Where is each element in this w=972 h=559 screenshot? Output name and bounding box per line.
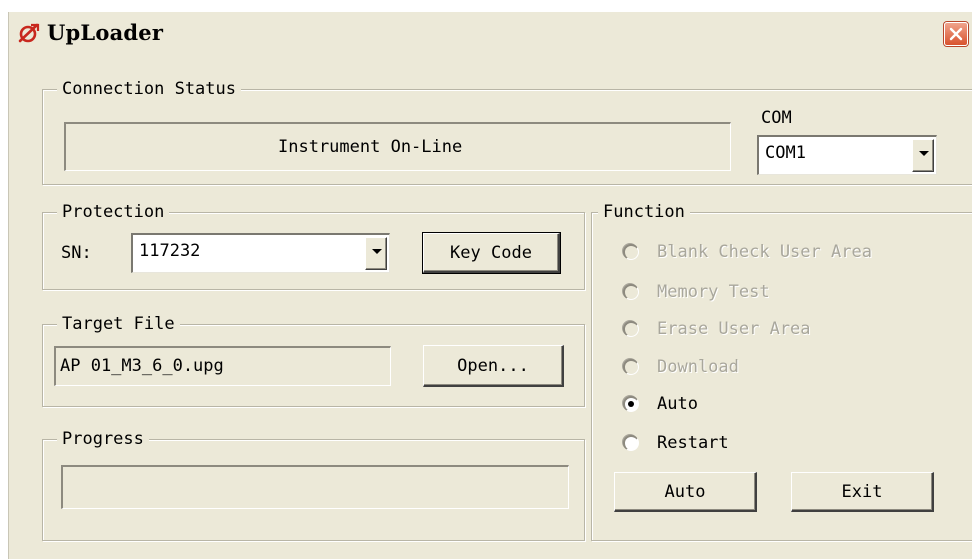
target-file-name: AP 01_M3_6_0.upg	[60, 356, 224, 376]
target-file-display: AP 01_M3_6_0.upg	[54, 346, 391, 386]
radio-button[interactable]	[623, 284, 639, 300]
sn-select-value: 117232	[139, 241, 201, 261]
close-button[interactable]	[944, 22, 968, 46]
window-title: UpLoader	[47, 20, 164, 45]
radio-button[interactable]	[623, 321, 639, 337]
key-code-button[interactable]: Key Code	[422, 232, 561, 274]
connection-status-text: Instrument On-Line	[278, 137, 463, 157]
connection-status-display: Instrument On-Line	[64, 122, 731, 171]
open-file-button[interactable]: Open...	[423, 345, 564, 387]
com-select[interactable]: COM1	[757, 135, 937, 175]
title-bar[interactable]: UpLoader	[9, 12, 972, 54]
radio-label: Memory Test	[657, 282, 770, 302]
sn-label: SN:	[61, 243, 92, 263]
radio-label: Erase User Area	[657, 319, 811, 339]
sn-dropdown-arrow-icon[interactable]	[365, 237, 387, 270]
radio-button[interactable]	[623, 359, 639, 375]
progress-legend: Progress	[57, 428, 149, 450]
com-dropdown-arrow-icon[interactable]	[912, 139, 934, 172]
connection-status-legend: Connection Status	[57, 78, 241, 100]
radio-label: Blank Check User Area	[657, 242, 872, 262]
app-logo-icon	[18, 23, 40, 43]
radio-button[interactable]	[623, 244, 639, 260]
com-select-value: COM1	[765, 143, 806, 163]
radio-label: Download	[657, 357, 739, 377]
function-legend: Function	[598, 201, 690, 223]
target-file-legend: Target File	[57, 313, 180, 335]
progress-bar	[61, 465, 569, 509]
protection-legend: Protection	[57, 201, 170, 223]
radio-selected-dot	[628, 401, 634, 407]
sn-select[interactable]: 117232	[131, 233, 390, 273]
auto-button[interactable]: Auto	[614, 472, 757, 512]
com-label: COM	[761, 108, 792, 128]
exit-button[interactable]: Exit	[791, 472, 934, 512]
radio-label: Auto	[657, 394, 698, 414]
uploader-window: UpLoader Connection Status Instrument On…	[8, 12, 972, 559]
close-icon	[949, 27, 963, 41]
radio-button[interactable]	[623, 435, 639, 451]
radio-button[interactable]	[623, 396, 639, 412]
radio-label: Restart	[657, 433, 729, 453]
